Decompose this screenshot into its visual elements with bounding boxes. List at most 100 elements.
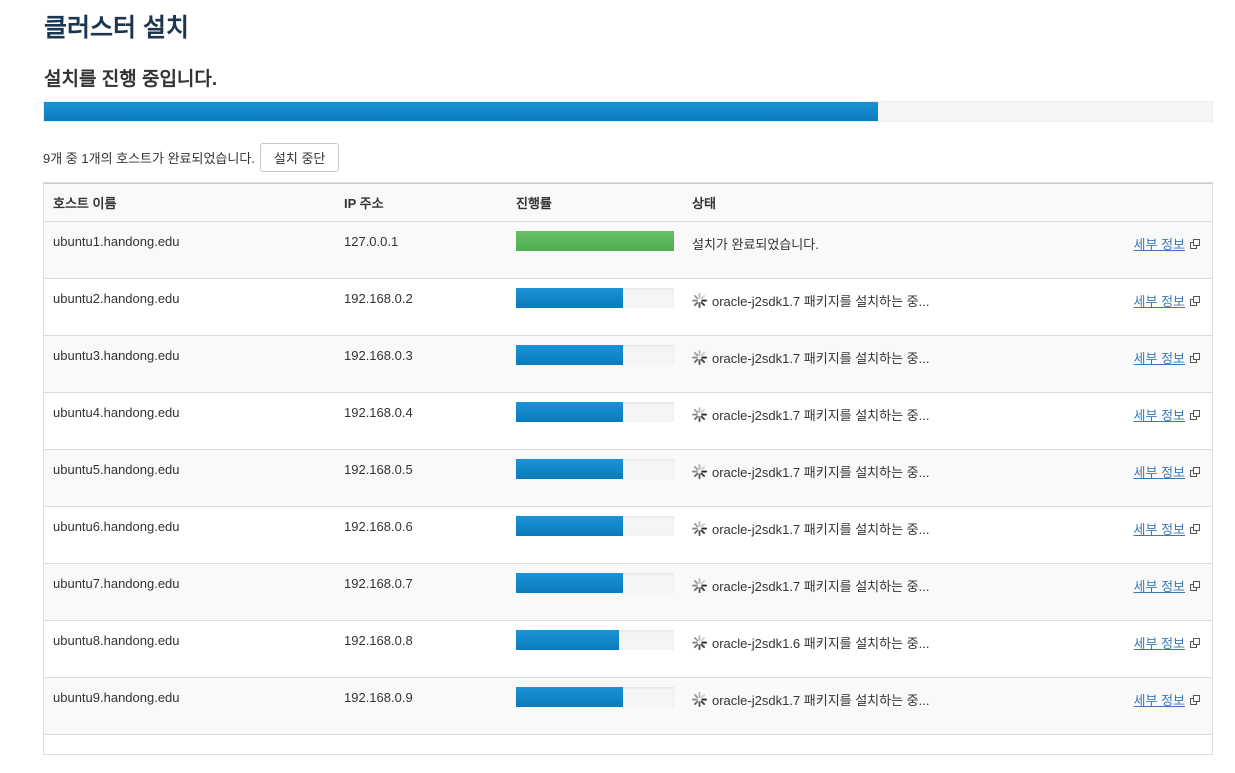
host-progress-bar (516, 573, 674, 593)
host-name: ubuntu8.handong.edu (44, 620, 335, 678)
host-details-cell: 세부 정보 (1066, 221, 1212, 279)
host-ip: 192.168.0.2 (335, 278, 510, 336)
host-progress-cell (510, 392, 686, 450)
column-header-host[interactable]: 호스트 이름 (44, 183, 335, 222)
host-progress-cell (510, 506, 686, 564)
host-ip: 192.168.0.3 (335, 335, 510, 393)
host-status-text: oracle-j2sdk1.7 패키지를 설치하는 중... (712, 522, 930, 537)
host-progress-bar (516, 345, 674, 365)
host-progress-bar (516, 630, 674, 650)
host-ip: 192.168.0.6 (335, 506, 510, 564)
host-status-cell: oracle-j2sdk1.7 패키지를 설치하는 중... (686, 563, 1066, 621)
host-progress-fill (516, 630, 619, 650)
host-ip: 192.168.0.7 (335, 563, 510, 621)
host-table-container: 호스트 이름 IP 주소 진행률 상태 ubuntu1.handong.edu 1… (43, 182, 1213, 755)
host-progress-fill (516, 231, 674, 251)
column-header-ip[interactable]: IP 주소 (335, 183, 510, 222)
summary-row: 9개 중 1개의 호스트가 완료되었습니다. 설치 중단 (43, 142, 340, 172)
host-name: ubuntu4.handong.edu (44, 392, 335, 450)
host-name: ubuntu5.handong.edu (44, 449, 335, 507)
host-status-cell: 설치가 완료되었습니다. (686, 221, 1066, 279)
host-ip: 192.168.0.9 (335, 677, 510, 735)
table-row: ubuntu2.handong.edu 192.168.0.2 oracle-j2s… (44, 278, 1212, 336)
external-window-icon (1190, 351, 1200, 363)
host-progress-cell (510, 449, 686, 507)
external-window-icon (1190, 408, 1200, 420)
host-details-link[interactable]: 세부 정보 (1134, 522, 1185, 537)
page-title: 클러스터 설치 (44, 14, 189, 42)
host-status-cell: oracle-j2sdk1.7 패키지를 설치하는 중... (686, 677, 1066, 735)
host-details-cell: 세부 정보 (1066, 677, 1212, 735)
host-status-cell: oracle-j2sdk1.7 패키지를 설치하는 중... (686, 506, 1066, 564)
table-row: ubuntu4.handong.edu 192.168.0.4 oracle-j2s… (44, 392, 1212, 450)
spinner-icon (692, 692, 707, 707)
host-ip: 127.0.0.1 (335, 221, 510, 279)
install-status-heading: 설치를 진행 중입니다. (44, 69, 218, 90)
host-name: ubuntu3.handong.edu (44, 335, 335, 393)
host-progress-fill (516, 288, 624, 308)
host-status-text: oracle-j2sdk1.7 패키지를 설치하는 중... (712, 408, 930, 423)
external-window-icon (1190, 636, 1200, 648)
host-details-link[interactable]: 세부 정보 (1134, 351, 1185, 366)
host-details-cell: 세부 정보 (1066, 563, 1212, 621)
host-table: 호스트 이름 IP 주소 진행률 상태 ubuntu1.handong.edu 1… (44, 183, 1212, 735)
host-status-text: oracle-j2sdk1.7 패키지를 설치하는 중... (712, 693, 930, 708)
host-status-text: oracle-j2sdk1.7 패키지를 설치하는 중... (712, 294, 930, 309)
host-ip: 192.168.0.5 (335, 449, 510, 507)
table-row: ubuntu5.handong.edu 192.168.0.5 oracle-j2s… (44, 449, 1212, 507)
host-progress-cell (510, 677, 686, 735)
host-progress-bar (516, 516, 674, 536)
external-window-icon (1190, 237, 1200, 249)
host-progress-bar (516, 402, 674, 422)
host-details-link[interactable]: 세부 정보 (1134, 579, 1185, 594)
column-header-progress[interactable]: 진행률 (510, 183, 686, 222)
host-details-link[interactable]: 세부 정보 (1134, 408, 1185, 423)
external-window-icon (1190, 693, 1200, 705)
host-progress-cell (510, 278, 686, 336)
host-name: ubuntu1.handong.edu (44, 221, 335, 279)
column-header-status[interactable]: 상태 (686, 183, 1066, 222)
host-details-cell: 세부 정보 (1066, 620, 1212, 678)
host-details-link[interactable]: 세부 정보 (1134, 294, 1185, 309)
host-details-link[interactable]: 세부 정보 (1134, 693, 1185, 708)
host-status-cell: oracle-j2sdk1.6 패키지를 설치하는 중... (686, 620, 1066, 678)
column-header-actions (1066, 183, 1212, 222)
host-status-text: oracle-j2sdk1.6 패키지를 설치하는 중... (712, 636, 930, 651)
host-progress-fill (516, 459, 624, 479)
host-details-cell: 세부 정보 (1066, 449, 1212, 507)
host-progress-cell (510, 335, 686, 393)
host-status-cell: oracle-j2sdk1.7 패키지를 설치하는 중... (686, 335, 1066, 393)
host-details-cell: 세부 정보 (1066, 506, 1212, 564)
stop-install-button[interactable]: 설치 중단 (259, 142, 340, 172)
external-window-icon (1190, 579, 1200, 591)
table-row: ubuntu6.handong.edu 192.168.0.6 oracle-j2s… (44, 506, 1212, 564)
host-progress-cell (510, 563, 686, 621)
host-status-text: oracle-j2sdk1.7 패키지를 설치하는 중... (712, 465, 930, 480)
host-status-cell: oracle-j2sdk1.7 패키지를 설치하는 중... (686, 278, 1066, 336)
table-header-row: 호스트 이름 IP 주소 진행률 상태 (44, 183, 1212, 222)
host-progress-cell (510, 221, 686, 279)
spinner-icon (692, 350, 707, 365)
host-progress-fill (516, 345, 624, 365)
host-progress-bar (516, 459, 674, 479)
host-name: ubuntu7.handong.edu (44, 563, 335, 621)
host-details-link[interactable]: 세부 정보 (1134, 465, 1185, 480)
host-progress-cell (510, 620, 686, 678)
host-progress-bar (516, 231, 674, 251)
host-details-link[interactable]: 세부 정보 (1134, 237, 1185, 252)
spinner-icon (692, 464, 707, 479)
host-status-text: oracle-j2sdk1.7 패키지를 설치하는 중... (712, 579, 930, 594)
host-ip: 192.168.0.8 (335, 620, 510, 678)
table-row: ubuntu8.handong.edu 192.168.0.8 oracle-j2s… (44, 620, 1212, 678)
overall-progress-fill (44, 102, 878, 121)
host-progress-bar (516, 687, 674, 707)
host-name: ubuntu9.handong.edu (44, 677, 335, 735)
host-progress-fill (516, 402, 624, 422)
host-progress-fill (516, 516, 624, 536)
host-details-link[interactable]: 세부 정보 (1134, 636, 1185, 651)
spinner-icon (692, 293, 707, 308)
host-name: ubuntu6.handong.edu (44, 506, 335, 564)
host-status-cell: oracle-j2sdk1.7 패키지를 설치하는 중... (686, 392, 1066, 450)
host-details-cell: 세부 정보 (1066, 392, 1212, 450)
spinner-icon (692, 407, 707, 422)
